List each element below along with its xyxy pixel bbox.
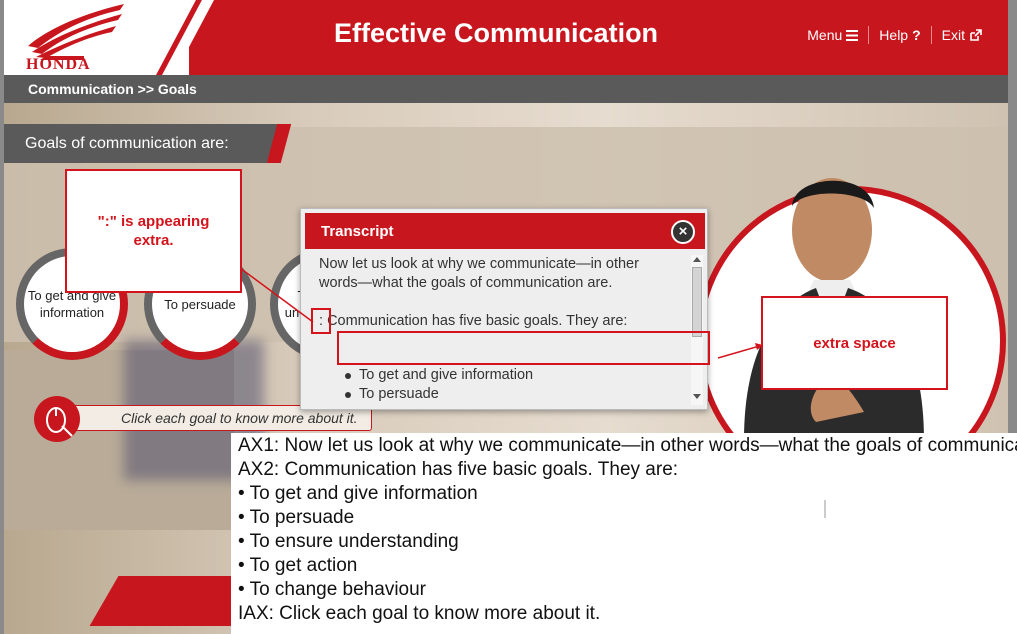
transcript-goals-intro: Communication has five basic goals. They… bbox=[327, 313, 628, 329]
breadcrumb-bar: Communication >> Goals bbox=[4, 75, 1008, 103]
brand-wordmark: HONDA bbox=[26, 56, 91, 73]
extra-space-highlight bbox=[337, 331, 710, 365]
hamburger-icon bbox=[846, 29, 859, 41]
scroll-up-icon[interactable] bbox=[693, 257, 701, 262]
annotation-colon-note: ":" is appearing extra. bbox=[65, 169, 242, 293]
transcript-paragraph: Now let us look at why we communicate—in… bbox=[319, 256, 639, 291]
scroll-thumb[interactable] bbox=[692, 267, 702, 337]
click-hint: Click each goal to know more about it. bbox=[34, 396, 372, 442]
click-hint-text: Click each goal to know more about it. bbox=[121, 410, 358, 426]
close-icon[interactable]: × bbox=[671, 220, 695, 244]
help-label: Help bbox=[879, 27, 909, 43]
transcript-popup: Transcript × Now let us look at why we c… bbox=[300, 208, 708, 410]
colon-highlight bbox=[311, 308, 331, 334]
external-link-icon bbox=[970, 28, 982, 41]
exit-label: Exit bbox=[941, 27, 965, 43]
review-line: AX1: Now let us look at why we communica… bbox=[238, 435, 1017, 456]
transcript-title: Transcript bbox=[321, 223, 394, 240]
goals-banner: Goals of communication are: bbox=[4, 124, 294, 163]
reviewer-text-block: AX1: Now let us look at why we communica… bbox=[231, 433, 1017, 634]
goal-label: To persuade bbox=[164, 296, 236, 312]
list-item: To persuade bbox=[345, 385, 533, 404]
review-line: AX2: Communication has five basic goals.… bbox=[238, 459, 679, 480]
text-cursor bbox=[824, 500, 826, 518]
scroll-down-icon[interactable] bbox=[693, 394, 701, 399]
review-line: IAX: Click each goal to know more about … bbox=[238, 603, 601, 624]
menu-label: Menu bbox=[807, 27, 843, 43]
menu-button[interactable]: Menu bbox=[797, 27, 868, 43]
help-button[interactable]: Help ? bbox=[869, 27, 930, 43]
review-line: • To ensure understanding bbox=[238, 531, 459, 552]
breadcrumb: Communication >> Goals bbox=[28, 81, 197, 97]
goals-heading: Goals of communication are: bbox=[25, 135, 229, 152]
list-item: To get and give information bbox=[345, 366, 533, 385]
review-line: • To change behaviour bbox=[238, 579, 426, 600]
transcript-bullets: To get and give information To persuade bbox=[345, 366, 533, 404]
mouse-click-icon bbox=[34, 396, 80, 442]
transcript-header: Transcript × bbox=[305, 213, 705, 249]
transcript-paragraph: : Communication has five basic goals. Th… bbox=[319, 312, 669, 331]
exit-button[interactable]: Exit bbox=[932, 27, 992, 43]
review-line: • To get action bbox=[238, 555, 358, 576]
top-nav: Menu Help ? Exit bbox=[797, 26, 992, 44]
review-line: • To get and give information bbox=[238, 483, 478, 504]
question-mark-icon: ? bbox=[912, 27, 921, 43]
transcript-scrollbar[interactable] bbox=[691, 255, 703, 405]
review-line: • To persuade bbox=[238, 507, 355, 528]
course-title: Effective Communication bbox=[334, 18, 659, 48]
header-bar: HONDA Effective Communication Menu Help … bbox=[4, 0, 1008, 75]
annotation-space-note: extra space bbox=[761, 296, 948, 390]
